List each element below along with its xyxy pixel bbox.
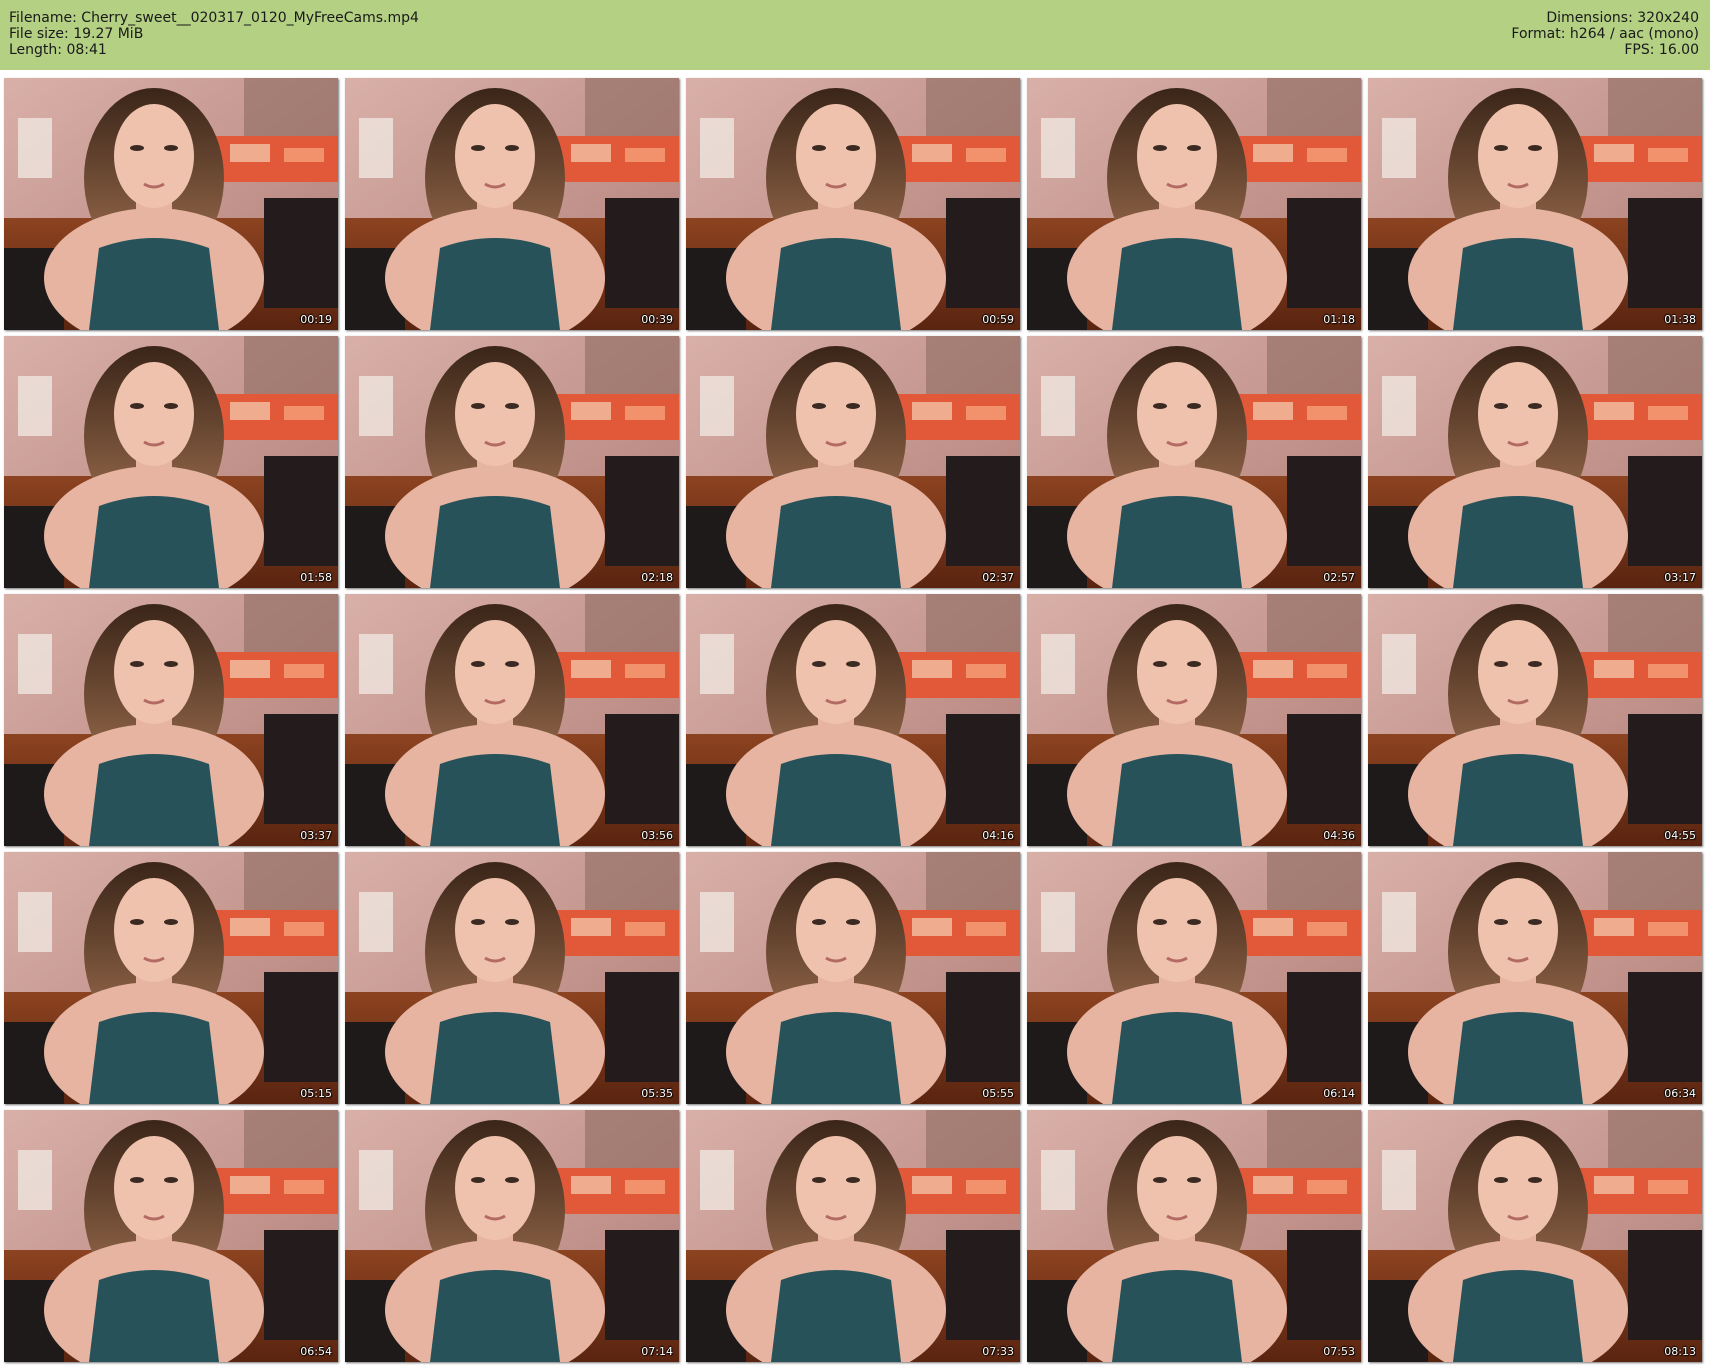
thumbnail-frame: 03:17 bbox=[1368, 336, 1702, 588]
frame-image bbox=[1027, 594, 1361, 846]
frame-image bbox=[1368, 1110, 1702, 1362]
frame-image bbox=[4, 594, 338, 846]
thumbnail-frame: 01:38 bbox=[1368, 78, 1702, 330]
frame-timestamp: 04:16 bbox=[982, 829, 1014, 842]
frame-timestamp: 05:15 bbox=[300, 1087, 332, 1100]
thumbnail-frame: 06:14 bbox=[1027, 852, 1361, 1104]
thumbnail-frame: 07:14 bbox=[345, 1110, 679, 1362]
thumbnail-frame: 05:55 bbox=[686, 852, 1020, 1104]
thumbnail-frame: 07:53 bbox=[1027, 1110, 1361, 1362]
frame-image bbox=[4, 852, 338, 1104]
info-right: Dimensions: 320x240 Format: h264 / aac (… bbox=[1511, 10, 1699, 58]
frame-image bbox=[686, 852, 1020, 1104]
frame-image bbox=[686, 78, 1020, 330]
thumbnail-frame: 03:56 bbox=[345, 594, 679, 846]
file-size-label: File size: 19.27 MiB bbox=[9, 26, 144, 42]
frame-timestamp: 02:57 bbox=[1323, 571, 1355, 584]
thumbnail-frame: 00:19 bbox=[4, 78, 338, 330]
length-label: Length: 08:41 bbox=[9, 42, 107, 58]
frame-image bbox=[686, 1110, 1020, 1362]
frame-image bbox=[686, 594, 1020, 846]
frame-timestamp: 04:36 bbox=[1323, 829, 1355, 842]
frame-timestamp: 02:18 bbox=[641, 571, 673, 584]
frame-image bbox=[345, 852, 679, 1104]
frame-image bbox=[1027, 336, 1361, 588]
frame-timestamp: 07:53 bbox=[1323, 1345, 1355, 1358]
frame-timestamp: 00:59 bbox=[982, 313, 1014, 326]
frame-timestamp: 06:54 bbox=[300, 1345, 332, 1358]
frame-image bbox=[345, 336, 679, 588]
frame-image bbox=[4, 1110, 338, 1362]
info-left: Filename: Cherry_sweet__020317_0120_MyFr… bbox=[9, 10, 419, 58]
thumbnail-frame: 04:55 bbox=[1368, 594, 1702, 846]
frame-image bbox=[1027, 1110, 1361, 1362]
thumbnail-frame: 04:36 bbox=[1027, 594, 1361, 846]
info-header: Filename: Cherry_sweet__020317_0120_MyFr… bbox=[0, 0, 1710, 70]
thumbnail-frame: 02:18 bbox=[345, 336, 679, 588]
frame-timestamp: 05:35 bbox=[641, 1087, 673, 1100]
frame-image bbox=[345, 594, 679, 846]
frame-image bbox=[1368, 594, 1702, 846]
fps-label: FPS: 16.00 bbox=[1624, 42, 1699, 58]
thumbnail-frame: 02:57 bbox=[1027, 336, 1361, 588]
frame-timestamp: 03:17 bbox=[1664, 571, 1696, 584]
frame-timestamp: 01:58 bbox=[300, 571, 332, 584]
frame-image bbox=[1368, 336, 1702, 588]
thumbnail-frame: 01:58 bbox=[4, 336, 338, 588]
frame-timestamp: 01:18 bbox=[1323, 313, 1355, 326]
frame-timestamp: 07:14 bbox=[641, 1345, 673, 1358]
frame-timestamp: 04:55 bbox=[1664, 829, 1696, 842]
dimensions-label: Dimensions: 320x240 bbox=[1546, 10, 1699, 26]
thumbnail-frame: 02:37 bbox=[686, 336, 1020, 588]
frame-timestamp: 00:39 bbox=[641, 313, 673, 326]
thumbnail-frame: 05:15 bbox=[4, 852, 338, 1104]
frame-image bbox=[345, 78, 679, 330]
frame-image bbox=[1368, 78, 1702, 330]
frame-timestamp: 00:19 bbox=[300, 313, 332, 326]
frame-image bbox=[345, 1110, 679, 1362]
thumbnail-frame: 06:54 bbox=[4, 1110, 338, 1362]
frame-timestamp: 03:56 bbox=[641, 829, 673, 842]
thumbnail-frame: 00:59 bbox=[686, 78, 1020, 330]
thumbnail-frame: 05:35 bbox=[345, 852, 679, 1104]
thumbnail-frame: 07:33 bbox=[686, 1110, 1020, 1362]
thumbnail-frame: 04:16 bbox=[686, 594, 1020, 846]
frame-timestamp: 07:33 bbox=[982, 1345, 1014, 1358]
thumbnail-frame: 00:39 bbox=[345, 78, 679, 330]
thumbnail-frame: 08:13 bbox=[1368, 1110, 1702, 1362]
frame-timestamp: 01:38 bbox=[1664, 313, 1696, 326]
thumbnail-frame: 03:37 bbox=[4, 594, 338, 846]
frame-timestamp: 08:13 bbox=[1664, 1345, 1696, 1358]
thumbnail-grid: 00:19 00:39 00:59 01:18 01:38 01:58 02:1… bbox=[4, 78, 1706, 1362]
frame-image bbox=[1027, 78, 1361, 330]
frame-timestamp: 06:14 bbox=[1323, 1087, 1355, 1100]
frame-timestamp: 02:37 bbox=[982, 571, 1014, 584]
frame-image bbox=[1027, 852, 1361, 1104]
format-label: Format: h264 / aac (mono) bbox=[1511, 26, 1699, 42]
frame-timestamp: 03:37 bbox=[300, 829, 332, 842]
frame-timestamp: 05:55 bbox=[982, 1087, 1014, 1100]
frame-image bbox=[686, 336, 1020, 588]
frame-image bbox=[4, 336, 338, 588]
frame-image bbox=[1368, 852, 1702, 1104]
frame-image bbox=[4, 78, 338, 330]
filename-label: Filename: Cherry_sweet__020317_0120_MyFr… bbox=[9, 10, 419, 26]
thumbnail-frame: 06:34 bbox=[1368, 852, 1702, 1104]
thumbnail-frame: 01:18 bbox=[1027, 78, 1361, 330]
frame-timestamp: 06:34 bbox=[1664, 1087, 1696, 1100]
